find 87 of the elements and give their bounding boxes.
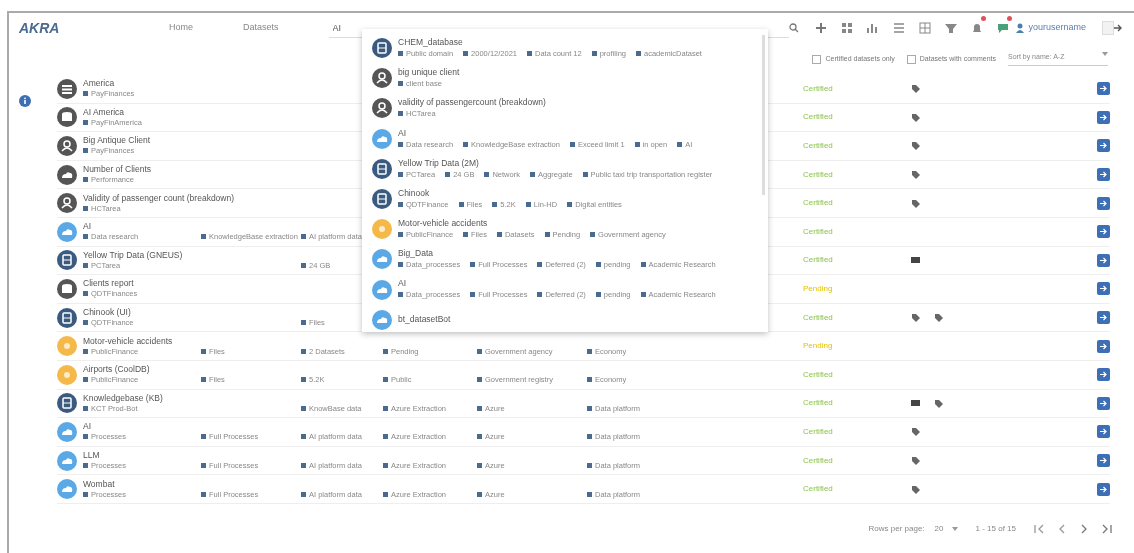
status-label: Certified <box>803 484 833 494</box>
person-icon <box>372 98 392 119</box>
database-icon <box>372 189 392 210</box>
tag-icon[interactable] <box>911 198 920 208</box>
status-label: Certified <box>803 83 833 93</box>
checkbox[interactable] <box>812 54 822 64</box>
dataset-title[interactable]: Knowledgebase (KB) <box>83 392 803 404</box>
database-icon <box>57 250 77 271</box>
arrow-icon[interactable] <box>1114 24 1124 32</box>
status-label: Certified <box>803 455 833 465</box>
cloud-icon <box>57 221 77 242</box>
suggestion-title[interactable]: Yellow Trip Data (2M) <box>398 157 713 169</box>
tag-icon[interactable] <box>911 427 920 437</box>
database-icon <box>57 393 77 414</box>
dataset-title[interactable]: LLM <box>83 450 803 461</box>
status-label: Certified <box>803 112 833 122</box>
rows-per-page-label: Rows per page: <box>868 523 925 535</box>
first-page-icon[interactable] <box>1034 524 1046 534</box>
tag-icon[interactable] <box>934 313 943 323</box>
cloud-icon <box>372 249 392 270</box>
circle-icon <box>372 219 392 240</box>
search-icon[interactable] <box>788 23 799 33</box>
tag-icon[interactable] <box>911 141 920 151</box>
cloud-icon <box>372 128 392 149</box>
tag-icon[interactable] <box>934 398 943 408</box>
database-icon <box>372 158 392 179</box>
cylinder-icon <box>57 107 77 128</box>
tag-icon[interactable] <box>911 456 920 465</box>
notification-dot <box>981 16 987 21</box>
status-label: Pending <box>803 341 833 351</box>
dataset-title[interactable]: AI <box>83 421 803 433</box>
cloud-icon <box>57 421 77 442</box>
suggestion-title[interactable]: bt_datasetBot <box>398 314 451 326</box>
tag-icon[interactable] <box>911 84 920 94</box>
cloud-icon <box>57 479 77 500</box>
suggestion-title[interactable]: Big_Data <box>398 248 716 260</box>
cloud-icon <box>57 450 77 471</box>
rows-per-page-select[interactable]: 20 <box>934 523 958 535</box>
person-icon <box>57 193 77 214</box>
database-icon <box>57 78 77 99</box>
tag-icon[interactable] <box>911 112 920 122</box>
user-icon <box>1016 23 1025 33</box>
circle-icon <box>57 364 77 385</box>
dataset-title[interactable]: Airports (CoolDB) <box>83 364 803 376</box>
caret-icon[interactable] <box>1102 52 1108 57</box>
user-name[interactable]: yourusername <box>1028 21 1086 35</box>
suggestion-title[interactable]: Motor-vehicle accidents <box>398 218 666 230</box>
info-icon[interactable] <box>19 95 31 107</box>
cloud-icon <box>372 279 392 300</box>
dataset-title[interactable]: Wombat <box>83 478 803 490</box>
tag-icon[interactable] <box>911 170 920 180</box>
status-label: Certified <box>803 398 833 408</box>
suggestion-title[interactable]: AI <box>398 127 693 139</box>
dataset-title[interactable]: Motor-vehicle accidents <box>83 335 803 347</box>
checkbox[interactable] <box>906 54 916 64</box>
database-icon <box>372 38 392 59</box>
comment-icon[interactable] <box>911 255 920 265</box>
status-label: Certified <box>803 226 833 236</box>
nav-link[interactable]: Home <box>169 21 193 35</box>
circle-icon <box>57 336 77 357</box>
cylinder-icon <box>57 278 77 299</box>
status-label: Certified <box>803 312 833 322</box>
logo: AKRA <box>19 19 60 36</box>
status-label: Certified <box>803 169 833 179</box>
page-range: 1 - 15 of 15 <box>975 523 1016 535</box>
last-page-icon[interactable] <box>1100 524 1112 534</box>
person-icon <box>57 136 77 156</box>
suggestion-title[interactable]: validity of passengercount (breakdown) <box>398 97 546 109</box>
suggestion-title[interactable]: CHEM_database <box>398 36 702 48</box>
comment-icon[interactable] <box>911 398 920 408</box>
database-icon <box>57 307 77 328</box>
suggestion-title[interactable]: AI <box>398 278 716 290</box>
status-label: Certified <box>803 426 833 436</box>
status-label: Certified <box>803 141 833 150</box>
notification-dot <box>1007 16 1013 21</box>
tag-icon[interactable] <box>911 313 920 323</box>
status-label: Certified <box>803 198 833 208</box>
cloud-icon <box>57 164 77 185</box>
caret-icon[interactable] <box>951 527 958 531</box>
status-label: Pending <box>803 283 833 293</box>
suggestion-title[interactable]: big unique client <box>398 67 460 79</box>
status-label: Certified <box>803 369 833 379</box>
person-icon <box>372 68 392 89</box>
suggestion-title[interactable]: Chinook <box>398 187 622 199</box>
status-label: Certified <box>803 255 833 265</box>
tag-icon[interactable] <box>911 484 920 494</box>
nav-link[interactable]: Datasets <box>243 21 279 35</box>
